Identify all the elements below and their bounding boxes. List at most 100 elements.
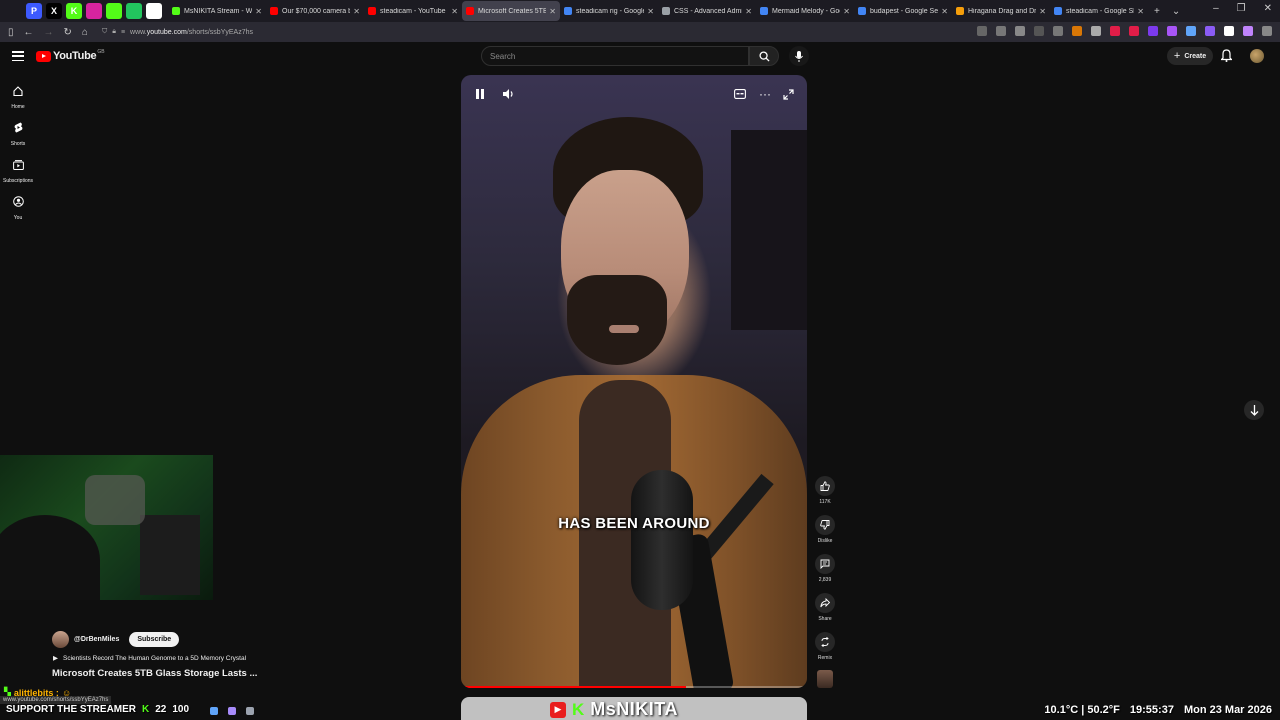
back-icon[interactable]: ← (24, 27, 34, 38)
shorts-video-player[interactable]: ··· HAS BEEN AROUND (461, 75, 807, 688)
sidebar-item-shorts[interactable]: Shorts (0, 115, 36, 152)
browser-tab[interactable]: steadicam - Google Shopp✕ (1050, 1, 1148, 21)
extension-icon[interactable] (996, 26, 1006, 36)
green-dot-icon[interactable] (126, 3, 142, 19)
sidebar-toggle-icon[interactable]: ▯ (8, 27, 14, 38)
fullscreen-button[interactable] (783, 87, 794, 101)
tab-close-icon[interactable]: ✕ (549, 7, 556, 16)
extension-icon[interactable] (1091, 26, 1101, 36)
dislike-button[interactable]: Dislike (813, 515, 837, 554)
like-button[interactable]: 117K (813, 476, 837, 515)
forward-icon[interactable]: → (44, 27, 54, 38)
taskbar-app-icon[interactable] (210, 707, 218, 715)
channel-thumbnail[interactable] (817, 670, 833, 688)
remix-button[interactable]: Remix (813, 632, 837, 671)
browser-tab[interactable]: CSS - Advanced Administ✕ (658, 1, 756, 21)
sidebar-item-home[interactable]: Home (0, 78, 36, 115)
puzzle-icon[interactable] (106, 3, 122, 19)
create-button[interactable]: + Create (1167, 47, 1213, 65)
browser-tab[interactable]: budapest - Google Search✕ (854, 1, 952, 21)
browser-tab[interactable]: Hiragana Drag and Drop✕ (952, 1, 1050, 21)
hamburger-menu-icon[interactable] (12, 51, 24, 61)
extension-icon[interactable] (1110, 26, 1120, 36)
taskbar-app-icon[interactable] (228, 707, 236, 715)
tab-close-icon[interactable]: ✕ (1039, 7, 1046, 16)
tab-close-icon[interactable]: ✕ (451, 7, 458, 16)
address-bar[interactable]: ⛉ 🔒︎ ≡ www.youtube.com/shorts/ssbYyEAz7h… (102, 28, 253, 36)
next-short-button[interactable] (1244, 400, 1264, 420)
notifications-button[interactable] (1220, 49, 1233, 67)
bookmark-star-icon[interactable] (1015, 26, 1025, 36)
minimize-icon[interactable]: – (1213, 3, 1219, 14)
pinned-app-icon[interactable]: P (26, 3, 42, 19)
browser-tab[interactable]: steadicam rig - Google Se✕ (560, 1, 658, 21)
video-title[interactable]: Microsoft Creates 5TB Glass Storage Last… (52, 668, 257, 679)
shorts-action-rail: 117K Dislike 2,839 Share Remix (813, 476, 837, 671)
pause-button[interactable] (475, 87, 485, 101)
sidebar-item-you[interactable]: You (0, 189, 36, 226)
tab-close-icon[interactable]: ✕ (843, 7, 850, 16)
instagram-icon[interactable] (86, 3, 102, 19)
search-input[interactable]: Search (481, 46, 749, 66)
home-browser-icon[interactable]: ⌂ (82, 27, 88, 38)
tab-close-icon[interactable]: ✕ (941, 7, 948, 16)
extension-icon[interactable] (1148, 26, 1158, 36)
tab-close-icon[interactable]: ✕ (647, 7, 654, 16)
kick-icon[interactable]: K (66, 3, 82, 19)
account-icon[interactable] (1224, 26, 1234, 36)
subscribe-button[interactable]: Subscribe (129, 632, 180, 647)
reload-icon[interactable]: ↻ (64, 27, 72, 38)
youtube-logo[interactable]: YouTube GB (36, 49, 105, 62)
tab-controls: + ⌄ (1154, 6, 1180, 17)
browser-tab[interactable]: Microsoft Creates 5TB ✕ (462, 1, 560, 21)
tab-close-icon[interactable]: ✕ (255, 7, 262, 16)
downloads-icon[interactable] (1034, 26, 1044, 36)
taskbar-app-icon[interactable] (246, 707, 254, 715)
tab-close-icon[interactable]: ✕ (353, 7, 360, 16)
podcast-microphone (631, 470, 693, 610)
action-label: Share (818, 616, 832, 622)
tab-title: steadicam rig - Google Se (576, 7, 645, 15)
browser-tab[interactable]: MsNIKITA Stream - Watch✕ (168, 1, 266, 21)
new-tab-icon[interactable]: + (1154, 6, 1160, 17)
extension-icon[interactable] (1243, 26, 1253, 36)
share-button[interactable]: Share (813, 593, 837, 632)
extension-icon[interactable] (1167, 26, 1177, 36)
captions-button[interactable] (734, 87, 746, 101)
voice-search-button[interactable] (789, 46, 809, 66)
extension-icon[interactable] (1053, 26, 1063, 36)
channel-avatar[interactable] (52, 631, 69, 648)
extension-icon[interactable] (1129, 26, 1139, 36)
page-icon[interactable] (146, 3, 162, 19)
browser-tab[interactable]: Mermaid Melody - Googl✕ (756, 1, 854, 21)
related-video-link[interactable]: ▶ Scientists Record The Human Genome to … (53, 654, 246, 663)
comment-button[interactable]: 2,839 (813, 554, 837, 593)
account-avatar[interactable] (1250, 49, 1264, 63)
video-progress-bar[interactable] (461, 686, 807, 688)
sidebar-item-subscriptions[interactable]: Subscriptions (0, 152, 36, 189)
sidebar-item-label: Subscriptions (2, 178, 33, 184)
tab-list-icon[interactable]: ⌄ (1172, 6, 1180, 17)
extension-icon[interactable] (1072, 26, 1082, 36)
video-subject-beard (567, 275, 667, 365)
browser-tab[interactable]: steadicam - YouTube ✕ (364, 1, 462, 21)
extension-icon[interactable] (1205, 26, 1215, 36)
extension-icon[interactable] (977, 26, 987, 36)
menu-icon[interactable] (1262, 26, 1272, 36)
more-options-button[interactable]: ··· (759, 87, 771, 101)
restore-icon[interactable]: ❐ (1237, 3, 1246, 14)
url-prefix: www. (130, 28, 147, 36)
country-code: GB (97, 49, 105, 55)
search-button[interactable] (749, 46, 779, 66)
sidebar-item-label: Home (11, 104, 25, 110)
action-label: Remix (817, 655, 833, 661)
volume-button[interactable] (502, 87, 515, 101)
close-window-icon[interactable]: ✕ (1264, 3, 1272, 14)
x-icon[interactable]: X (46, 3, 62, 19)
browser-tab[interactable]: Our $70,000 camera brok✕ (266, 1, 364, 21)
tab-close-icon[interactable]: ✕ (745, 7, 752, 16)
tab-close-icon[interactable]: ✕ (1137, 7, 1144, 16)
channel-handle[interactable]: @DrBenMiles (74, 636, 119, 643)
extension-icon[interactable] (1186, 26, 1196, 36)
dislike-icon (815, 515, 835, 535)
